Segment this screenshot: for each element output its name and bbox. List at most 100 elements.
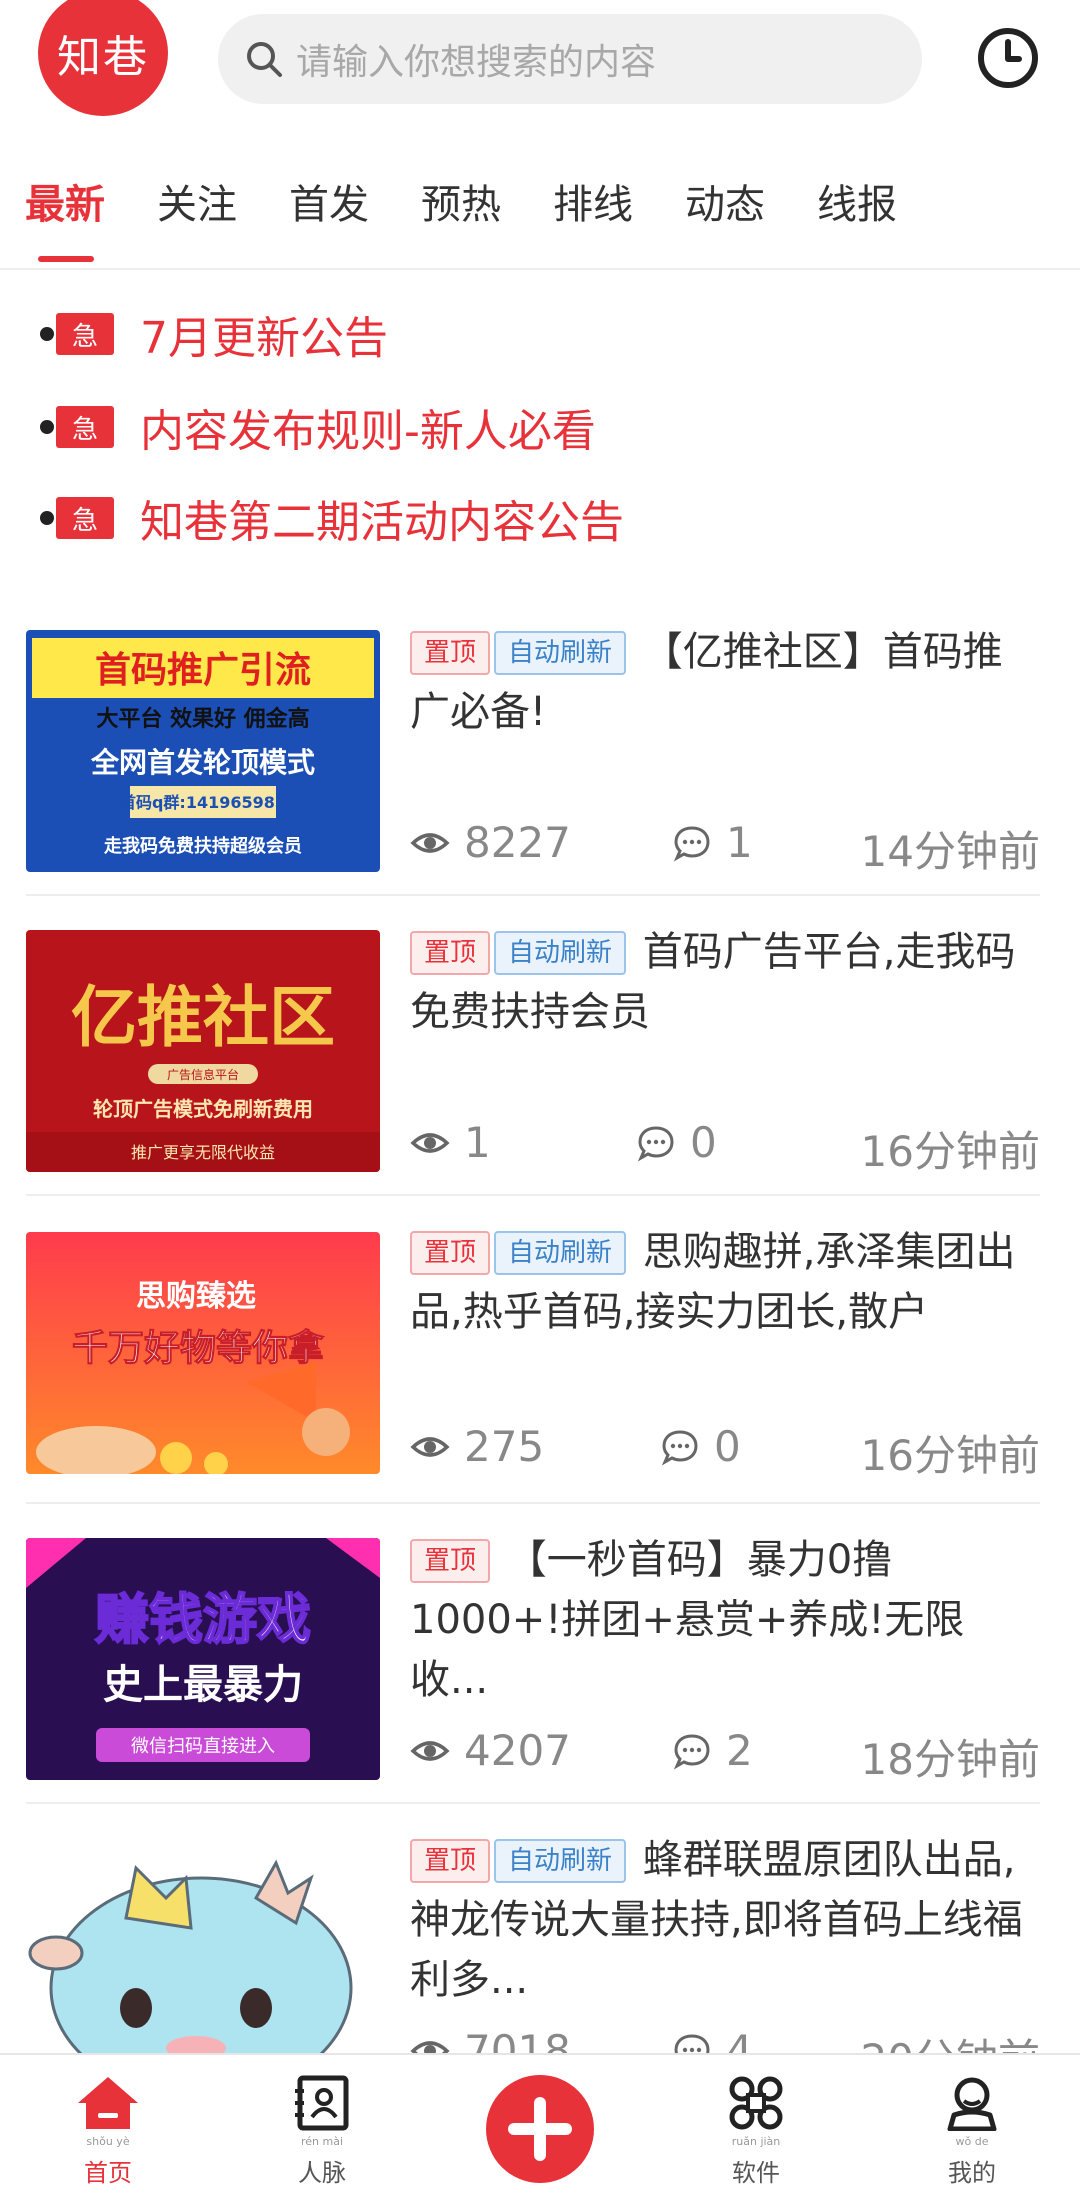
add-post-button[interactable]: [486, 2075, 594, 2183]
search-placeholder: 请输入你想搜索的内容: [296, 42, 657, 83]
auto-refresh-tag: 自动刷新: [494, 931, 627, 975]
nav-contacts[interactable]: rén mài 人脉: [262, 2075, 382, 2188]
view-count: 1: [464, 1118, 491, 1167]
post-time: 18分钟前: [860, 1735, 1040, 1784]
urgent-badge: 急: [56, 406, 114, 448]
nav-mine-pinyin: wǒ de: [955, 2135, 989, 2148]
app-logo[interactable]: 知巷: [38, 0, 168, 116]
nav-home-pinyin: shǒu yè: [86, 2135, 130, 2148]
post-meta: 4207 2 18分钟前: [410, 1726, 1040, 1784]
post-meta: 1 0 16分钟前: [410, 1118, 1040, 1176]
nav-mine[interactable]: wǒ de 我的: [912, 2075, 1032, 2188]
post-meta: 275 0 16分钟前: [410, 1422, 1040, 1480]
feed-item[interactable]: 思购臻选 千万好物等你拿 置顶 自动刷新 思购趣拼,承泽集团出品,热乎首码,接实力…: [26, 1214, 1040, 1504]
post-title: 置顶 自动刷新 【亿推社区】首码推广必备!: [410, 622, 1040, 802]
pinned-tag: 置顶: [410, 931, 491, 975]
title-text: 【一秒首码】暴力0撸1000+!拼团+悬赏+养成!无限收...: [410, 1537, 965, 1703]
feed-item[interactable]: 亿推社区 广告信息平台 轮顶广告模式免刷新费用 推广更享无限代收益 置顶 自动刷新…: [26, 914, 1040, 1196]
view-count: 8227: [464, 818, 571, 867]
comment-icon: [661, 1429, 698, 1466]
contacts-icon: [295, 2075, 349, 2131]
bullet-dot: [40, 420, 54, 434]
thumb-text: 首码推广引流: [95, 650, 311, 691]
history-clock-icon[interactable]: [976, 26, 1040, 90]
urgent-badge: 急: [56, 497, 114, 539]
notice-item[interactable]: 急 7月更新公告: [40, 304, 388, 364]
thumb-text: 广告信息平台: [167, 1067, 239, 1082]
post-time: 16分钟前: [860, 1127, 1040, 1176]
urgent-badge: 急: [56, 313, 114, 355]
auto-refresh-tag: 自动刷新: [494, 1231, 627, 1275]
thumb-text: 轮顶广告模式免刷新费用: [93, 1097, 313, 1121]
notice-item[interactable]: 急 内容发布规则-新人必看: [40, 397, 596, 457]
search-icon: [247, 42, 282, 77]
post-title: 置顶 自动刷新 首码广告平台,走我码免费扶持会员: [410, 922, 1040, 1102]
search-input[interactable]: 请输入你想搜索的内容: [218, 14, 922, 104]
tab-first-release[interactable]: 首发: [289, 172, 369, 230]
thumb-text: 亿推社区: [71, 978, 335, 1056]
comment-icon: [673, 1733, 710, 1770]
bullet-dot: [40, 511, 54, 525]
thumbnail-image: [26, 1838, 380, 2080]
tab-dynamics[interactable]: 动态: [685, 172, 765, 230]
comment-count: 0: [690, 1118, 717, 1167]
feed-item[interactable]: 赚钱游戏 史上最暴力 微信扫码直接进入 置顶 【一秒首码】暴力0撸1000+!拼…: [26, 1522, 1040, 1804]
notice-text: 内容发布规则-新人必看: [140, 406, 596, 457]
auto-refresh-tag: 自动刷新: [494, 631, 627, 675]
pinned-tag: 置顶: [410, 631, 491, 675]
nav-contacts-pinyin: rén mài: [300, 2135, 344, 2148]
thumbnail-image: 赚钱游戏 史上最暴力 微信扫码直接进入: [26, 1538, 380, 1780]
tab-preheat[interactable]: 预热: [421, 172, 501, 230]
view-count: 4207: [464, 1726, 571, 1775]
bullet-dot: [40, 327, 54, 341]
thumb-text: 全网首发轮顶模式: [90, 746, 315, 779]
comment-count: 1: [726, 818, 753, 867]
view-count: 275: [464, 1422, 545, 1471]
tab-tips[interactable]: 线报: [817, 172, 897, 230]
nav-home[interactable]: shǒu yè 首页: [48, 2075, 168, 2188]
nav-contacts-label: 人脉: [298, 2159, 346, 2187]
nav-home-label: 首页: [84, 2159, 132, 2187]
post-time: 14分钟前: [860, 827, 1040, 876]
post-time: 16分钟前: [860, 1431, 1040, 1480]
feed-item[interactable]: 首码推广引流 大平台 效果好 佣金高 全网首发轮顶模式 首码q群:1419659…: [26, 614, 1040, 896]
comment-icon: [673, 825, 710, 862]
thumb-text: 推广更享无限代收益: [131, 1143, 275, 1162]
thumb-text: 史上最暴力: [103, 1662, 303, 1708]
thumb-text: 首码q群:141965983: [120, 793, 286, 812]
thumbnail-image: 亿推社区 广告信息平台 轮顶广告模式免刷新费用 推广更享无限代收益: [26, 930, 380, 1172]
plus-icon: [508, 2097, 572, 2161]
post-meta: 8227 1 14分钟前: [410, 818, 1040, 876]
nav-software[interactable]: ruǎn jiàn 软件: [696, 2075, 816, 2188]
top-bar: 知巷 请输入你想搜索的内容: [0, 0, 1080, 130]
comment-icon: [637, 1125, 674, 1162]
thumbnail-image: 首码推广引流 大平台 效果好 佣金高 全网首发轮顶模式 首码q群:1419659…: [26, 630, 380, 872]
tab-ranking[interactable]: 排线: [553, 172, 633, 230]
notice-item[interactable]: 急 知巷第二期活动内容公告: [40, 488, 624, 548]
bottom-nav-bar: shǒu yè 首页 rén mài 人脉 ruǎn jiàn 软件 wǒ de…: [0, 2053, 1080, 2205]
thumb-text: 微信扫码直接进入: [131, 1736, 275, 1757]
thumb-text: 赚钱游戏: [95, 1588, 311, 1651]
auto-refresh-tag: 自动刷新: [494, 1839, 627, 1883]
nav-software-pinyin: ruǎn jiàn: [731, 2135, 781, 2148]
user-icon: [947, 2077, 997, 2131]
notice-text: 知巷第二期活动内容公告: [140, 497, 624, 548]
eye-icon: [410, 832, 450, 853]
thumb-text: 千万好物等你拿: [72, 1327, 324, 1369]
post-title: 置顶 自动刷新 思购趣拼,承泽集团出品,热乎首码,接实力团长,散户: [410, 1222, 1040, 1402]
eye-icon: [410, 1740, 450, 1761]
post-title: 置顶 【一秒首码】暴力0撸1000+!拼团+悬赏+养成!无限收...: [410, 1530, 1040, 1710]
pinned-tag: 置顶: [410, 1231, 491, 1275]
eye-icon: [410, 1436, 450, 1457]
comment-count: 2: [726, 1726, 753, 1775]
post-title: 置顶 自动刷新 蜂群联盟原团队出品,神龙传说大量扶持,即将首码上线福利多...: [410, 1830, 1040, 2010]
nav-mine-label: 我的: [948, 2159, 996, 2187]
eye-icon: [410, 1132, 450, 1153]
active-tab-indicator: [38, 256, 94, 262]
pinned-tag: 置顶: [410, 1839, 491, 1883]
apps-icon: [729, 2076, 783, 2130]
comment-count: 0: [714, 1422, 741, 1471]
tab-latest[interactable]: 最新: [25, 172, 105, 230]
nav-software-label: 软件: [732, 2159, 780, 2187]
tab-following[interactable]: 关注: [157, 172, 237, 230]
